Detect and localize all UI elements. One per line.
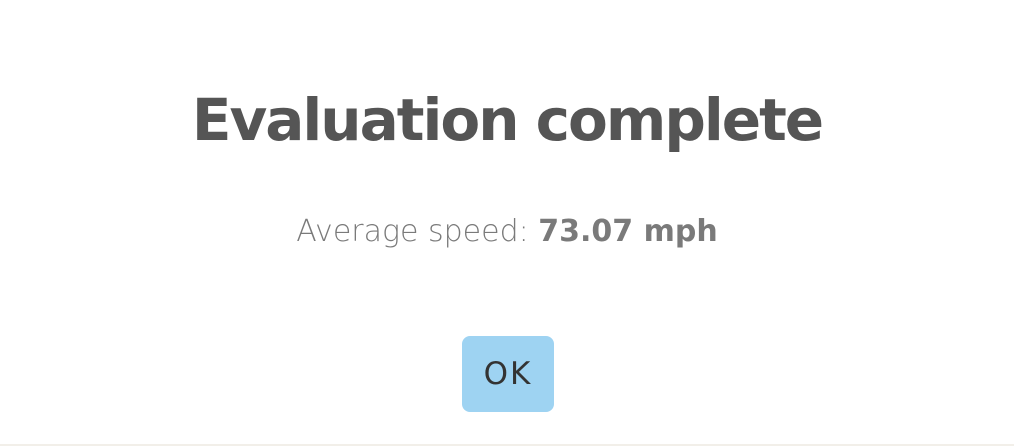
ok-button[interactable]: OK <box>462 336 554 412</box>
dialog-title: Evaluation complete <box>191 86 824 154</box>
average-speed-row: Average speed: 73.07 mph <box>0 212 1014 252</box>
evaluation-dialog: Evaluation complete Average speed: 73.07… <box>0 0 1014 446</box>
average-speed-label: Average speed: <box>296 214 539 249</box>
average-speed-value: 73.07 mph <box>538 214 718 249</box>
